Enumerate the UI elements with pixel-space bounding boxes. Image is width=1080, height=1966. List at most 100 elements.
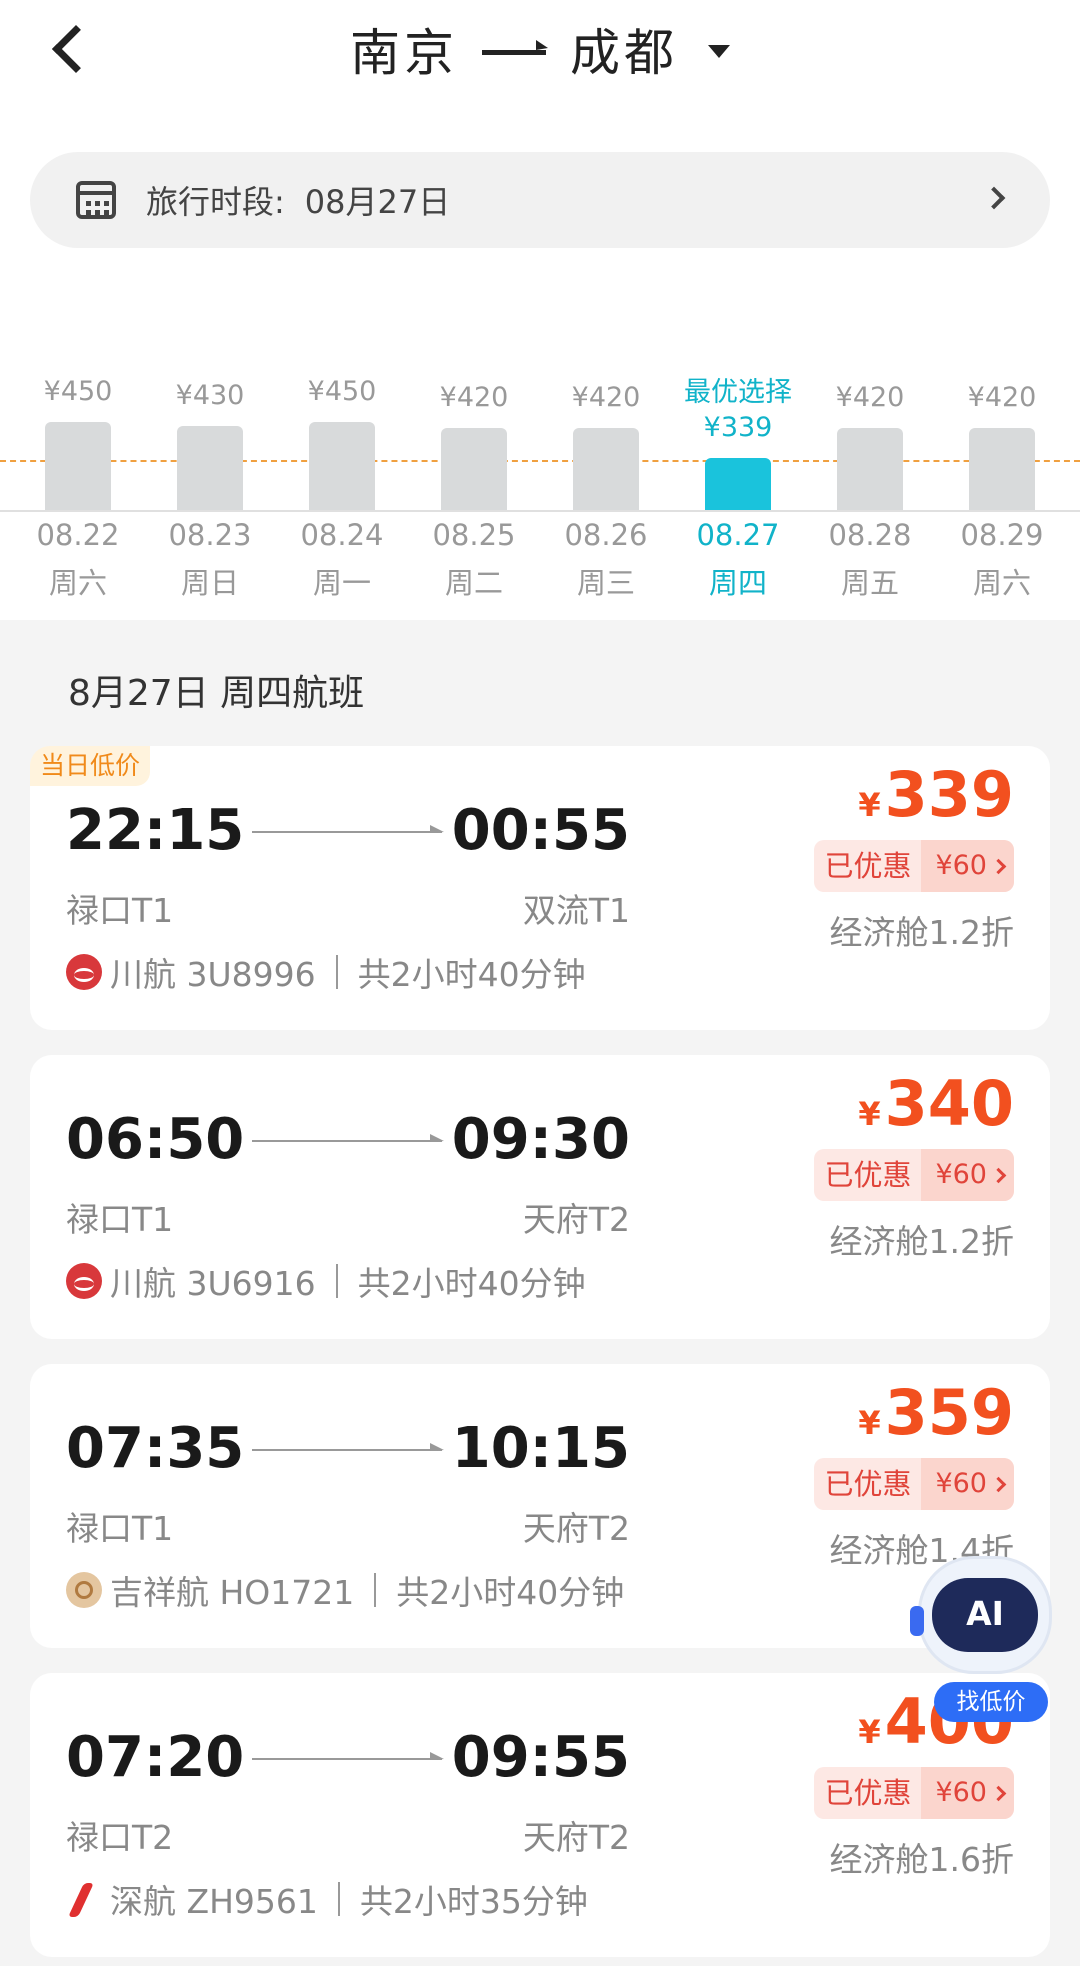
flight-duration: 共2小时40分钟 xyxy=(357,1264,586,1303)
flight-price: ¥359 xyxy=(858,1376,1014,1449)
departure-airport: 禄口T2 xyxy=(66,1818,174,1857)
flight-info: 吉祥航 HO1721 共2小时40分钟 xyxy=(66,1566,624,1614)
dropdown-caret-icon[interactable] xyxy=(708,44,730,58)
chevron-right-icon xyxy=(990,1476,1007,1492)
discount-label: 已优惠 xyxy=(824,849,912,883)
ai-assistant-button[interactable]: AI 找低价 xyxy=(910,1550,1060,1730)
price-bar xyxy=(177,426,243,510)
calendar-day-08.24[interactable]: ¥450 08.24 周一 xyxy=(276,370,408,620)
calendar-price: ¥450 xyxy=(307,376,377,407)
flight-info: 川航 3U8996 共2小时40分钟 xyxy=(66,948,586,996)
currency-symbol: ¥ xyxy=(858,1095,881,1133)
calendar-weekday: 周四 xyxy=(708,566,767,600)
discount-amount-text: ¥60 xyxy=(935,1468,987,1499)
calendar-day-08.22[interactable]: ¥450 08.22 周六 xyxy=(12,370,144,620)
calendar-price: ¥450 xyxy=(43,376,113,407)
departure-airport: 禄口T1 xyxy=(66,891,174,930)
airline-flight-number: 川航 3U6916 xyxy=(110,1264,316,1303)
travel-date-value: 08月27日 xyxy=(304,183,451,221)
calendar-date: 08.27 xyxy=(696,518,780,552)
calendar-day-08.27[interactable]: ¥339 最优选择 08.27 周四 xyxy=(672,370,804,620)
discount-amount: ¥60 xyxy=(921,1767,1014,1819)
price-amount: 340 xyxy=(884,1067,1014,1140)
flight-arrow-icon xyxy=(252,1134,444,1142)
arrival-time: 00:55 xyxy=(451,798,630,863)
discount-amount: ¥60 xyxy=(921,840,1014,892)
flight-arrow-icon xyxy=(252,1443,444,1451)
best-choice-label: 最优选择 xyxy=(684,377,792,408)
discount-amount-text: ¥60 xyxy=(935,1777,987,1808)
calendar-price: ¥430 xyxy=(175,380,245,411)
calendar-day-08.28[interactable]: ¥420 08.28 周五 xyxy=(804,370,936,620)
arrival-time: 09:55 xyxy=(451,1725,630,1790)
divider xyxy=(374,1573,377,1607)
arrival-airport: 天府T2 xyxy=(522,1818,630,1857)
divider xyxy=(335,1264,338,1298)
price-amount: 359 xyxy=(884,1376,1014,1449)
price-bar xyxy=(45,422,111,510)
section-title: 8月27日 周四航班 xyxy=(68,673,365,714)
low-price-tag: 当日低价 xyxy=(30,746,151,786)
discount-amount-text: ¥60 xyxy=(935,850,987,881)
departure-time: 07:35 xyxy=(66,1416,245,1481)
header-panel: 南京 成都 旅行时段: 08月27日 ¥450 08.22 周六 ¥430 08.23 周… xyxy=(0,0,1080,620)
calendar-date: 08.25 xyxy=(432,518,516,552)
calendar-price: ¥420 xyxy=(439,382,509,413)
flight-price: ¥339 xyxy=(858,758,1014,831)
calendar-day-08.26[interactable]: ¥420 08.26 周三 xyxy=(540,370,672,620)
calendar-price: ¥339 xyxy=(703,412,773,443)
destination-city: 成都 xyxy=(570,24,678,82)
flight-card[interactable]: 当日低价 22:15 00:55 禄口T1 双流T1 川航 3U8996 共2小时40分钟 ¥… xyxy=(30,746,1050,1030)
price-bar xyxy=(837,428,903,510)
route-arrow-icon xyxy=(482,39,548,55)
discount-badge[interactable]: 已优惠 ¥60 xyxy=(814,1767,1014,1819)
arrival-time: 10:15 xyxy=(451,1416,630,1481)
calendar-price: ¥420 xyxy=(835,382,905,413)
chevron-right-icon xyxy=(990,858,1007,874)
calendar-date: 08.28 xyxy=(828,518,912,552)
arrival-time: 09:30 xyxy=(451,1107,630,1172)
discount-badge[interactable]: 已优惠 ¥60 xyxy=(814,1149,1014,1201)
calendar-day-08.23[interactable]: ¥430 08.23 周日 xyxy=(144,370,276,620)
airline-flight-number: 川航 3U8996 xyxy=(110,955,316,994)
cabin-class: 经济舱1.2折 xyxy=(829,913,1014,952)
travel-date-selector[interactable]: 旅行时段: 08月27日 xyxy=(30,152,1050,248)
calendar-price: ¥420 xyxy=(967,382,1037,413)
cabin-class: 经济舱1.2折 xyxy=(829,1222,1014,1261)
calendar-day-08.25[interactable]: ¥420 08.25 周二 xyxy=(408,370,540,620)
calendar-date: 08.24 xyxy=(300,518,384,552)
sichuan-airlines-logo-icon xyxy=(66,954,102,990)
flight-card[interactable]: 07:35 10:15 禄口T1 天府T2 吉祥航 HO1721 共2小时40分钟 ¥359… xyxy=(30,1364,1050,1648)
discount-amount-text: ¥60 xyxy=(935,1159,987,1190)
juneyao-airlines-logo-icon xyxy=(66,1572,102,1608)
price-amount: 339 xyxy=(884,758,1014,831)
price-bar xyxy=(309,422,375,510)
calendar-weekday: 周五 xyxy=(840,566,899,600)
calendar-weekday: 周二 xyxy=(444,566,503,600)
departure-time: 06:50 xyxy=(66,1107,245,1172)
shenzhen-airlines-logo-icon xyxy=(66,1881,102,1917)
discount-badge[interactable]: 已优惠 ¥60 xyxy=(814,840,1014,892)
cabin-class: 经济舱1.6折 xyxy=(829,1840,1014,1879)
route-selector[interactable]: 南京 成都 xyxy=(0,12,1080,86)
find-low-price-label: 找低价 xyxy=(934,1682,1048,1722)
discount-label: 已优惠 xyxy=(824,1776,912,1810)
calendar-date: 08.23 xyxy=(168,518,252,552)
flight-card[interactable]: 06:50 09:30 禄口T1 天府T2 川航 3U6916 共2小时40分钟 ¥340 已… xyxy=(30,1055,1050,1339)
calendar-date: 08.22 xyxy=(36,518,120,552)
calendar-day-08.29[interactable]: ¥420 08.29 周六 xyxy=(936,370,1068,620)
sichuan-airlines-logo-icon xyxy=(66,1263,102,1299)
calendar-icon xyxy=(76,181,116,219)
discount-label: 已优惠 xyxy=(824,1467,912,1501)
calendar-date: 08.26 xyxy=(564,518,648,552)
calendar-weekday: 周六 xyxy=(972,566,1031,600)
currency-symbol: ¥ xyxy=(858,786,881,824)
airline-flight-number: 深航 ZH9561 xyxy=(110,1882,318,1921)
calendar-weekday: 周三 xyxy=(576,566,635,600)
calendar-weekday: 周日 xyxy=(180,566,239,600)
ai-badge: AI xyxy=(966,1594,1004,1633)
flight-card[interactable]: 07:2009:55禄口T2天府T2深航 ZH9561共2小时35分钟¥400已… xyxy=(30,1673,1050,1957)
travel-date-label: 旅行时段: xyxy=(146,183,285,221)
price-bar xyxy=(573,428,639,510)
discount-badge[interactable]: 已优惠 ¥60 xyxy=(814,1458,1014,1510)
